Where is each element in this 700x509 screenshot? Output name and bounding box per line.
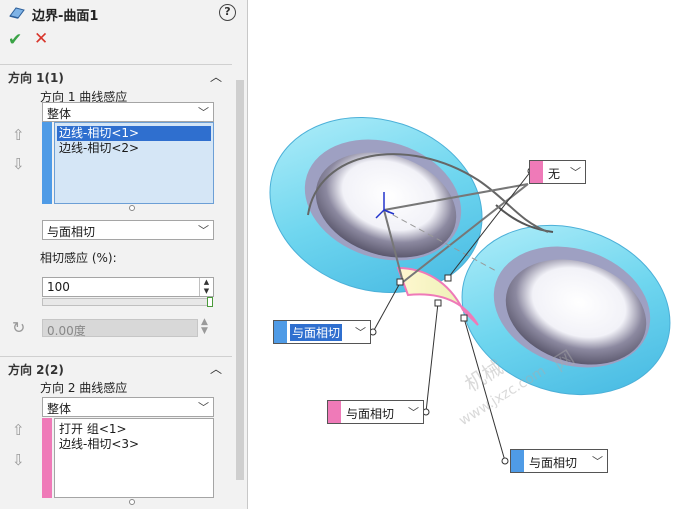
list-resize-handle[interactable]	[129, 499, 135, 505]
cancel-x-icon[interactable]: ✕	[34, 29, 48, 49]
drag-handle[interactable]	[434, 299, 442, 307]
direction1-section-header[interactable]: 方向 1(1) ︿	[0, 64, 232, 86]
chevron-down-icon: ﹀	[408, 406, 419, 419]
angle-spin-icon: ▲ ▼	[201, 317, 208, 336]
callout-swatch	[274, 321, 287, 343]
reverse-rotate-icon[interactable]: ↻	[12, 318, 25, 337]
move-down-arrow-icon[interactable]: ⇩	[12, 451, 25, 469]
angle-value: 0.00度	[47, 324, 86, 338]
slider-thumb[interactable]	[207, 297, 213, 307]
tangent-influence-label: 相切感应 (%):	[40, 251, 117, 265]
direction2-curve-label: 方向 2 曲线感应	[40, 381, 128, 395]
scrollbar-thumb[interactable]	[236, 80, 244, 480]
direction2-color-stripe	[42, 418, 52, 498]
callout-label: 与面相切	[290, 324, 343, 341]
chevron-down-icon: ﹀	[592, 455, 603, 468]
model-canvas	[269, 117, 671, 465]
panel-title: 边界-曲面1	[32, 9, 99, 24]
panel-scrollbar[interactable]	[232, 60, 247, 509]
callout-tangent-dropdown[interactable]: 与面相切 ﹀	[327, 400, 424, 424]
list-item[interactable]: 打开 组<1>	[57, 422, 127, 437]
tangent-influence-slider[interactable]	[42, 298, 212, 306]
drag-handle[interactable]	[444, 274, 452, 282]
direction2-curve-influence-select[interactable]: 整体 ﹀	[42, 397, 214, 417]
chevron-down-icon: ﹀	[198, 224, 209, 237]
boundary-surface-icon	[9, 7, 25, 19]
list-resize-handle[interactable]	[129, 205, 135, 211]
callout-leader	[425, 302, 439, 413]
direction1-tangent-type-value: 与面相切	[47, 225, 96, 239]
drag-handle[interactable]	[396, 278, 404, 286]
move-up-arrow-icon[interactable]: ⇧	[12, 421, 25, 439]
direction1-color-stripe	[42, 122, 52, 204]
chevron-down-icon: ﹀	[198, 106, 209, 119]
chevron-down-icon: ﹀	[570, 166, 581, 179]
callout-tangent-dropdown-selected[interactable]: 与面相切 ﹀	[273, 320, 371, 344]
collapse-chevron-icon[interactable]: ︿	[210, 360, 222, 377]
callout-label: 与面相切	[529, 456, 578, 470]
chevron-down-icon: ﹀	[198, 401, 209, 414]
callout-label: 无	[548, 167, 561, 181]
graphics-viewport[interactable]: 机械 网 www.jxzc.com 无 ﹀ 与面相切 ﹀ 与面相切 ﹀ 与面相切…	[248, 0, 700, 509]
direction1-curve-influence-select[interactable]: 整体 ﹀	[42, 102, 214, 122]
spin-buttons[interactable]: ▲ ▼	[199, 278, 213, 296]
direction1-tangent-type-select[interactable]: 与面相切 ﹀	[42, 220, 214, 240]
direction2-curve-value: 整体	[47, 402, 72, 416]
list-item[interactable]: 边线-相切<1>	[57, 126, 211, 141]
move-up-arrow-icon[interactable]: ⇧	[12, 126, 25, 144]
panel-title-bar: 边界-曲面1 ?	[0, 0, 247, 26]
tangent-influence-input[interactable]: 100 ▲ ▼	[42, 277, 214, 297]
help-icon[interactable]: ?	[219, 4, 236, 21]
list-item[interactable]: 边线-相切<3>	[57, 437, 139, 452]
angle-input: 0.00度	[42, 319, 198, 338]
direction2-curve-list[interactable]: 打开 组<1> 边线-相切<3>	[54, 418, 214, 498]
collapse-chevron-icon[interactable]: ︿	[210, 68, 222, 85]
callout-tangent-dropdown[interactable]: 与面相切 ﹀	[510, 449, 608, 473]
direction1-header-label: 方向 1(1)	[8, 71, 64, 85]
tangent-influence-value: 100	[47, 280, 70, 294]
direction1-curve-value: 整体	[47, 107, 72, 121]
callout-swatch	[328, 401, 341, 423]
chevron-down-icon: ﹀	[355, 326, 366, 339]
direction2-header-label: 方向 2(2)	[8, 363, 64, 377]
connector-dot	[501, 457, 509, 465]
drag-handle[interactable]	[460, 314, 468, 322]
ok-check-icon[interactable]: ✔	[8, 30, 22, 50]
property-manager-panel: 边界-曲面1 ? ✔ ✕ 方向 1(1) ︿ 方向 1 曲线感应 整体 ﹀ ⇧ …	[0, 0, 248, 509]
callout-swatch	[511, 450, 524, 472]
move-down-arrow-icon[interactable]: ⇩	[12, 155, 25, 173]
callout-swatch	[530, 161, 543, 183]
direction1-curve-list[interactable]: 边线-相切<1> 边线-相切<2>	[54, 122, 214, 204]
callout-none-dropdown[interactable]: 无 ﹀	[529, 160, 586, 184]
list-item[interactable]: 边线-相切<2>	[57, 141, 139, 156]
callout-label: 与面相切	[346, 407, 395, 421]
direction2-section-header[interactable]: 方向 2(2) ︿	[0, 356, 232, 378]
